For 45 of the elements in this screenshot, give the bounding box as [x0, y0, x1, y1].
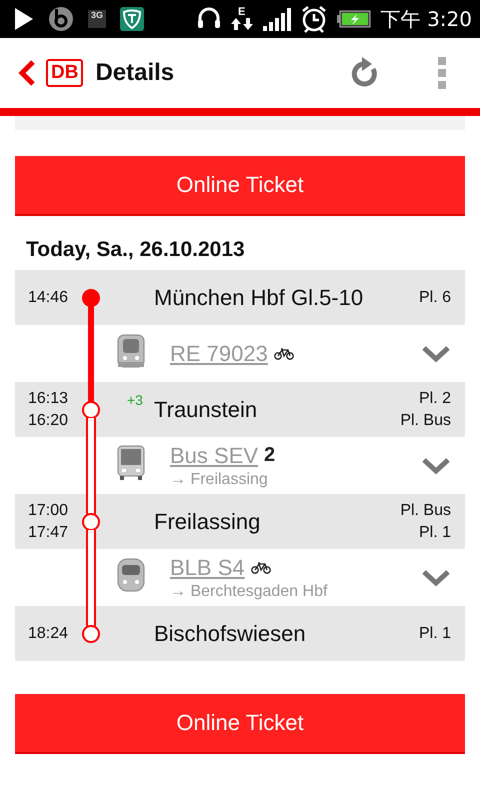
station-name: Bischofswiesen — [153, 620, 307, 646]
delay-label: +3 — [127, 392, 143, 408]
direction-label: → Freilassing — [170, 470, 269, 488]
battery-charging-icon — [336, 10, 371, 28]
db-logo: DB — [46, 59, 84, 87]
network-type-icon: 3G — [88, 10, 106, 28]
refresh-icon[interactable] — [350, 57, 380, 89]
platform-label: Pl. 1 — [418, 624, 451, 642]
stop-time: 17:47 — [28, 524, 70, 542]
screen-title: Details — [95, 59, 174, 87]
online-ticket-button[interactable]: Online Ticket — [15, 694, 465, 754]
stop-time: 17:00 — [28, 502, 70, 520]
back-chevron-icon — [18, 59, 36, 87]
train-link[interactable]: RE 79023 — [170, 340, 268, 366]
direction-label: → Berchtesgaden Hbf — [170, 582, 328, 600]
train-link[interactable]: BLB S4 — [170, 554, 245, 580]
shield-app-icon — [120, 7, 144, 31]
stop-time: 18:24 — [28, 624, 70, 642]
station-name: Freilassing — [153, 508, 262, 534]
bus-icon — [117, 445, 145, 481]
date-heading: Today, Sa., 26.10.2013 — [25, 237, 246, 263]
station-name: Traunstein — [153, 396, 258, 422]
stop-time: 16:20 — [28, 412, 70, 430]
platform-label: Pl. Bus — [400, 412, 451, 430]
platform-label: Pl. Bus — [400, 502, 451, 520]
line-number: 2 — [264, 444, 276, 467]
train-icon — [117, 334, 145, 368]
train-link[interactable]: Bus SEV — [170, 442, 258, 468]
signal-icon — [262, 7, 291, 31]
platform-label: Pl. 6 — [418, 288, 451, 306]
data-arrows-icon — [230, 17, 253, 31]
stop-time: 14:46 — [28, 288, 70, 306]
overflow-menu-icon[interactable] — [438, 57, 446, 89]
data-type-label: E — [238, 7, 246, 17]
online-ticket-button[interactable]: Online Ticket — [15, 156, 465, 216]
stop-time: 16:13 — [28, 390, 70, 408]
clock-time: 下午 3:20 — [380, 6, 472, 32]
station-name: München Hbf Gl.5-10 — [153, 284, 364, 310]
platform-label: Pl. 2 — [418, 390, 451, 408]
platform-label: Pl. 1 — [418, 524, 451, 542]
alarm-clock-icon — [300, 5, 327, 33]
train-icon — [117, 558, 145, 592]
headphones-logo-icon — [48, 6, 74, 32]
back-button[interactable]: DB — [18, 59, 84, 87]
play-icon — [14, 7, 34, 31]
